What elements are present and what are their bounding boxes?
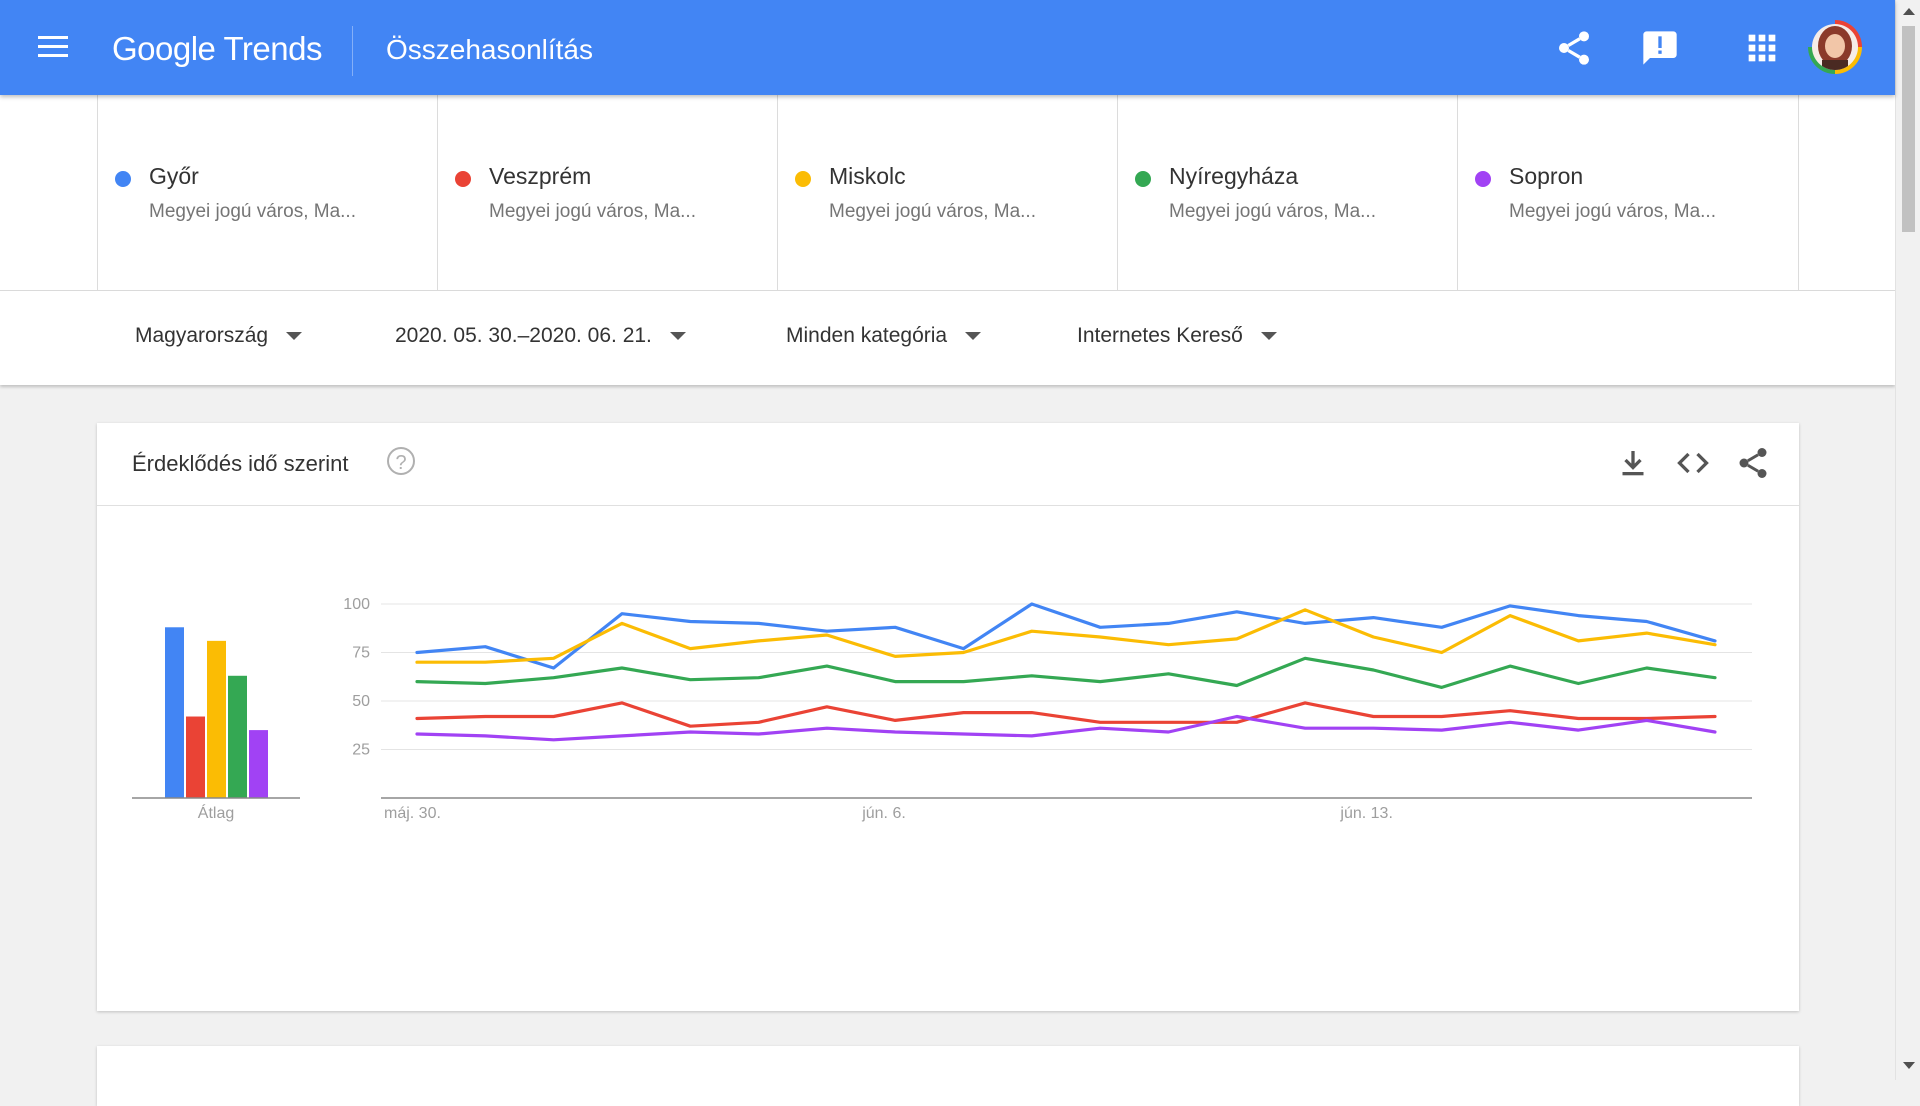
x-tick-label: jún. 6. [861, 805, 906, 822]
daterange-dropdown[interactable]: 2020. 05. 30.–2020. 06. 21. [395, 324, 686, 348]
average-bar [165, 627, 184, 798]
term-type: Megyei jogú város, Ma... [489, 201, 696, 222]
card-title: Érdeklődés idő szerint [132, 451, 349, 476]
series-line-Miskolc [415, 608, 1717, 664]
y-tick-label: 75 [352, 645, 370, 662]
next-card [97, 1046, 1799, 1106]
series-color-dot [115, 171, 131, 187]
scroll-down-arrow-icon[interactable] [1903, 1062, 1915, 1069]
series-line-Sopron [415, 714, 1717, 742]
category-dropdown[interactable]: Minden kategória [786, 324, 982, 348]
scroll-up-arrow-icon[interactable] [1903, 8, 1915, 15]
series-color-dot [795, 171, 811, 187]
term-name: Nyíregyháza [1169, 163, 1299, 189]
chevron-down-icon [965, 332, 982, 341]
term-card-sopron[interactable]: Sopron Megyei jogú város, Ma... [1457, 95, 1799, 290]
search-property-dropdown[interactable]: Internetes Kereső [1077, 324, 1277, 348]
x-tick-label: jún. 13. [1339, 805, 1392, 822]
y-tick-label: 50 [352, 693, 370, 710]
menu-icon[interactable] [38, 36, 68, 60]
download-icon[interactable] [1615, 445, 1651, 481]
y-tick-label: 25 [352, 742, 370, 759]
property-value: Internetes Kereső [1077, 324, 1243, 347]
scrollbar[interactable] [1895, 0, 1920, 1080]
chevron-down-icon [669, 332, 686, 341]
term-type: Megyei jogú város, Ma... [829, 201, 1036, 222]
comparison-terms: Győr Megyei jogú város, Ma... Veszprém M… [0, 95, 1895, 291]
term-type: Megyei jogú város, Ma... [1509, 201, 1716, 222]
help-icon[interactable]: ? [387, 447, 415, 475]
chevron-down-icon [286, 332, 303, 341]
apps-grid-icon[interactable] [1742, 28, 1782, 68]
series-color-dot [1475, 171, 1491, 187]
term-type: Megyei jogú város, Ma... [149, 201, 356, 222]
average-bar [186, 716, 205, 798]
term-name: Veszprém [489, 163, 592, 189]
avatar-photo [1818, 26, 1852, 70]
series-line-Győr [415, 602, 1717, 670]
share-icon[interactable] [1554, 28, 1594, 68]
term-card-miskolc[interactable]: Miskolc Megyei jogú város, Ma... [777, 95, 1118, 290]
term-card-gyor[interactable]: Győr Megyei jogú város, Ma... [97, 95, 438, 290]
average-bar [207, 640, 226, 798]
term-name: Sopron [1509, 163, 1584, 189]
header-divider [352, 26, 353, 76]
average-bar [228, 675, 247, 798]
y-tick-label: 100 [343, 596, 370, 613]
average-bar [249, 730, 268, 798]
feedback-icon[interactable] [1640, 28, 1680, 68]
category-value: Minden kategória [786, 324, 948, 347]
series-color-dot [1135, 171, 1151, 187]
card-header: Érdeklődés idő szerint ? [97, 423, 1799, 506]
term-card-nyiregyhaza[interactable]: Nyíregyháza Megyei jogú város, Ma... [1117, 95, 1458, 290]
term-name: Miskolc [829, 163, 906, 189]
interest-chart[interactable]: 100 75 50 25 máj. 30. jún. 6. jún. 13. Átlag [97, 505, 1799, 1011]
term-type: Megyei jogú város, Ma... [1169, 201, 1376, 222]
scrollbar-thumb[interactable] [1902, 26, 1915, 232]
region-value: Magyarország [135, 324, 269, 347]
chevron-down-icon [1260, 332, 1277, 341]
daterange-value: 2020. 05. 30.–2020. 06. 21. [395, 324, 652, 347]
google-trends-logo[interactable]: Google Trends [112, 30, 322, 68]
page-title: Összehasonlítás [386, 34, 593, 65]
avatar[interactable] [1808, 20, 1862, 74]
series-color-dot [455, 171, 471, 187]
region-dropdown[interactable]: Magyarország [135, 324, 303, 348]
average-label: Átlag [198, 803, 234, 822]
series-line-Nyíregyháza [415, 656, 1717, 689]
interest-over-time-card: Érdeklődés idő szerint ? 100 75 50 25 máj. 3… [97, 423, 1799, 1011]
term-name: Győr [149, 163, 199, 189]
x-tick-label: máj. 30. [384, 805, 441, 822]
app-bar: Google Trends Összehasonlítás [0, 0, 1895, 95]
card-share-icon[interactable] [1735, 445, 1771, 481]
term-card-veszprem[interactable]: Veszprém Megyei jogú város, Ma... [437, 95, 778, 290]
filter-bar: Magyarország 2020. 05. 30.–2020. 06. 21.… [0, 291, 1895, 385]
embed-code-icon[interactable] [1675, 445, 1711, 481]
